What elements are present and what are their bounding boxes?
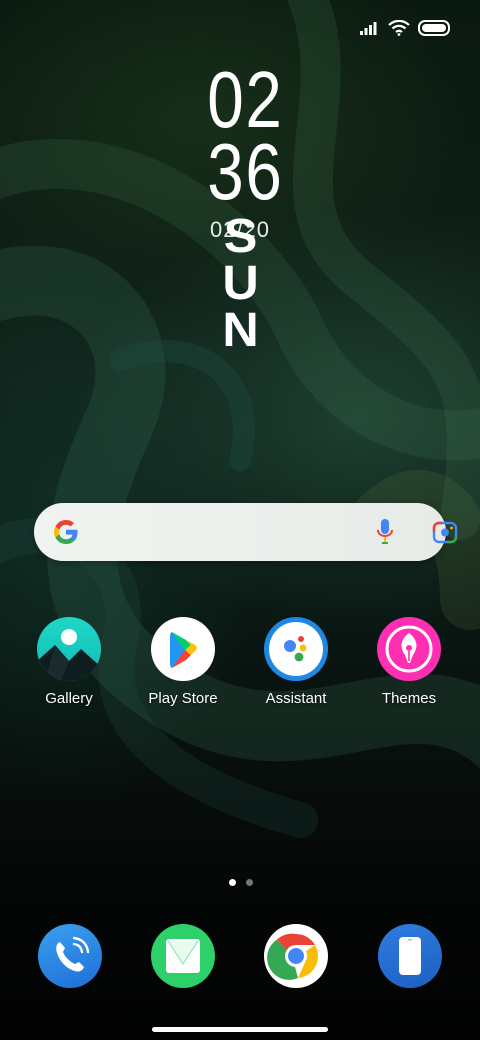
battery-icon (418, 20, 450, 36)
google-logo-icon (54, 520, 78, 544)
themes-icon (377, 617, 441, 681)
page-dot (246, 879, 253, 886)
app-assistant[interactable]: Assistant (241, 617, 351, 707)
gesture-nav-bar[interactable] (152, 1027, 328, 1032)
messages-icon[interactable] (151, 924, 215, 988)
app-label-gallery: Gallery (45, 690, 93, 707)
gallery-icon (37, 617, 101, 681)
play-store-icon (151, 617, 215, 681)
device-icon[interactable] (378, 924, 442, 988)
app-label-play-store: Play Store (148, 690, 218, 707)
clock-day: SUN (198, 210, 282, 351)
app-label-themes: Themes (381, 690, 437, 707)
app-gallery[interactable]: Gallery (14, 617, 124, 707)
lens-icon[interactable] (432, 520, 458, 544)
page-indicator[interactable] (229, 879, 253, 886)
status-bar (360, 14, 450, 42)
page-dot-active (229, 879, 236, 886)
phone-icon[interactable] (38, 924, 102, 988)
clock-day-label: SUN (212, 210, 269, 351)
chrome-icon[interactable] (264, 924, 328, 988)
wifi-icon (388, 20, 410, 36)
app-themes[interactable]: Themes (354, 617, 464, 707)
clock-minutes: 36 (207, 127, 284, 216)
assistant-icon (264, 617, 328, 681)
app-play-store[interactable]: Play Store (128, 617, 238, 707)
app-label-assistant: Assistant (265, 690, 327, 707)
signal-icon (360, 22, 377, 35)
clock-widget[interactable]: 02 36 02/20 SUN (200, 60, 284, 352)
mic-icon[interactable] (376, 518, 394, 546)
search-bar[interactable] (34, 503, 458, 561)
